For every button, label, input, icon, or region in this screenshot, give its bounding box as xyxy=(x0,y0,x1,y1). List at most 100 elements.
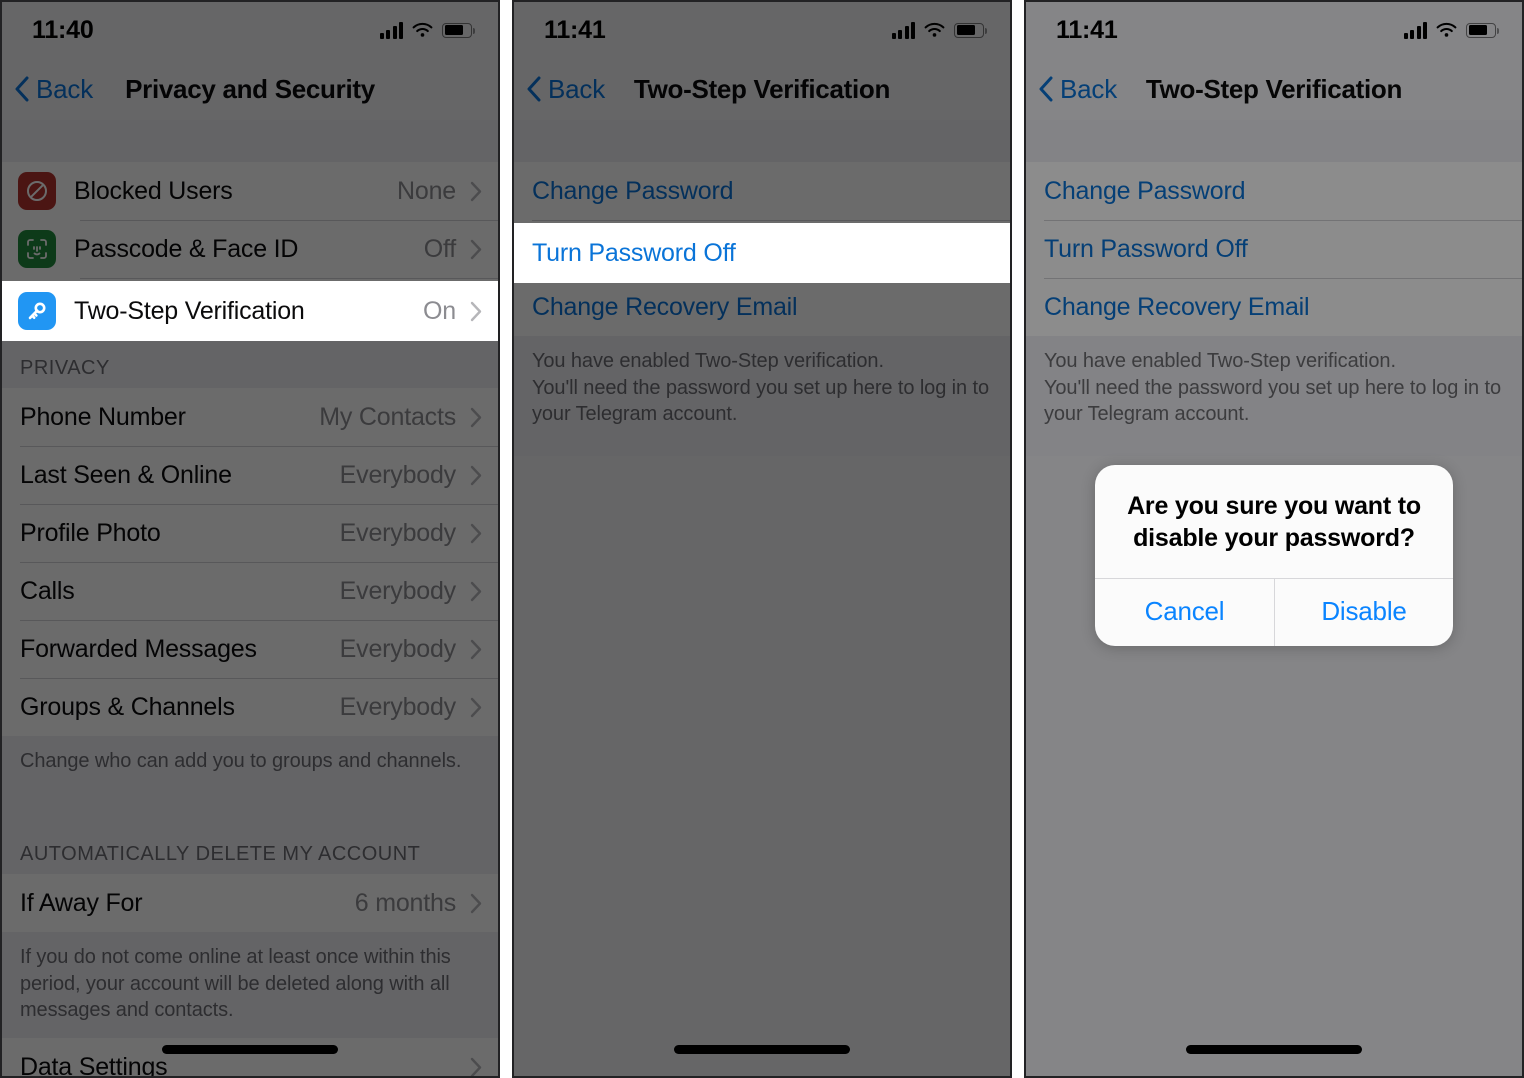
battery-icon xyxy=(1466,22,1500,38)
chevron-left-icon xyxy=(15,76,29,102)
row-change-password[interactable]: Change Password xyxy=(514,162,1010,220)
cellular-bars-icon xyxy=(891,21,915,39)
row-value: Everybody xyxy=(339,518,457,547)
back-button[interactable]: Back xyxy=(2,74,93,105)
cellular-bars-icon xyxy=(1403,21,1427,39)
back-button-label: Back xyxy=(548,73,606,104)
cancel-button[interactable]: Cancel xyxy=(1095,579,1274,646)
blocked-users-icon xyxy=(18,172,56,210)
status-icons xyxy=(379,21,476,39)
disable-button[interactable]: Disable xyxy=(1274,579,1453,646)
section-header-auto-delete: AUTOMATICALLY DELETE MY ACCOUNT xyxy=(20,843,421,865)
row-if-away-for[interactable]: If Away For 6 months xyxy=(2,874,498,932)
face-id-icon xyxy=(18,230,56,268)
row-passcode-face-id[interactable]: Passcode & Face ID Off xyxy=(2,220,498,278)
key-icon xyxy=(18,292,56,330)
home-indicator[interactable] xyxy=(674,1045,850,1054)
footnote-two-step: You have enabled Two-Step verification. … xyxy=(532,350,989,426)
row-label: Change Recovery Email xyxy=(1044,292,1310,321)
home-indicator[interactable] xyxy=(1186,1045,1362,1054)
disable-password-alert: Are you sure you want to disable your pa… xyxy=(1095,465,1453,646)
row-value: Everybody xyxy=(339,460,457,489)
row-label: Two-Step Verification xyxy=(74,296,305,325)
chevron-right-icon xyxy=(470,239,482,259)
home-indicator[interactable] xyxy=(162,1045,338,1054)
row-change-recovery-email[interactable]: Change Recovery Email xyxy=(1026,278,1522,336)
status-bar: 11:41 xyxy=(1026,2,1522,58)
row-blocked-users[interactable]: Blocked Users None xyxy=(2,162,498,220)
row-turn-password-off[interactable]: Turn Password Off xyxy=(1026,220,1522,278)
alert-title: Are you sure you want to disable your pa… xyxy=(1127,492,1421,552)
chevron-right-icon xyxy=(470,465,482,485)
phone-panel-disable-password-alert: 11:41 Back Two-Step Verification Change … xyxy=(1024,0,1524,1078)
row-label: Data Settings xyxy=(20,1052,168,1078)
three-phone-screenshot-strip: 11:40 Back Privacy and Security Blocked … xyxy=(0,0,1524,1078)
row-turn-password-off-highlighted[interactable]: Turn Password Off xyxy=(514,223,1010,283)
nav-bar: Back Two-Step Verification xyxy=(514,58,1010,120)
row-change-password[interactable]: Change Password xyxy=(1026,162,1522,220)
section-gap xyxy=(2,120,498,162)
chevron-right-icon xyxy=(470,407,482,427)
back-button[interactable]: Back xyxy=(1026,74,1117,105)
section-gap xyxy=(514,120,1010,162)
row-label: Change Recovery Email xyxy=(532,292,798,321)
highlight-turn-password-off[interactable]: Turn Password Off xyxy=(514,223,1010,283)
phone-panel-privacy-and-security: 11:40 Back Privacy and Security Blocked … xyxy=(0,0,500,1078)
row-label: Calls xyxy=(20,576,75,605)
row-label: Groups & Channels xyxy=(20,692,235,721)
row-phone-number[interactable]: Phone Number My Contacts xyxy=(2,388,498,446)
row-groups-channels[interactable]: Groups & Channels Everybody xyxy=(2,678,498,736)
footnote-wrap: You have enabled Two-Step verification. … xyxy=(514,336,1010,456)
phone-panel-two-step-verification: 11:41 Back Two-Step Verification Change … xyxy=(512,0,1012,1078)
status-bar: 11:41 xyxy=(514,2,1010,58)
row-label: Change Password xyxy=(532,176,734,205)
two-step-actions-group: Change Password Turn Password Off Change… xyxy=(1026,162,1522,336)
row-profile-photo[interactable]: Profile Photo Everybody xyxy=(2,504,498,562)
status-clock: 11:40 xyxy=(32,15,94,44)
privacy-group: Phone Number My Contacts Last Seen & Onl… xyxy=(2,388,498,736)
delete-footnote-wrap: If you do not come online at least once … xyxy=(2,932,498,1038)
cellular-bars-icon xyxy=(379,21,403,39)
row-data-settings[interactable]: Data Settings xyxy=(2,1038,498,1078)
row-forwarded-messages[interactable]: Forwarded Messages Everybody xyxy=(2,620,498,678)
data-settings-group: Data Settings xyxy=(2,1038,498,1078)
row-label: Blocked Users xyxy=(74,176,233,205)
chevron-right-icon xyxy=(470,181,482,201)
row-value: Everybody xyxy=(339,692,457,721)
row-label: Last Seen & Online xyxy=(20,460,232,489)
row-label: Forwarded Messages xyxy=(20,634,257,663)
row-change-recovery-email[interactable]: Change Recovery Email xyxy=(514,278,1010,336)
status-clock: 11:41 xyxy=(1056,15,1118,44)
footnote-auto-delete: If you do not come online at least once … xyxy=(20,946,451,1022)
section-gap xyxy=(1026,120,1522,162)
chevron-right-icon xyxy=(470,301,482,321)
highlight-two-step-verification[interactable]: Two-Step Verification On xyxy=(2,281,498,341)
chevron-right-icon xyxy=(470,697,482,717)
back-button-label: Back xyxy=(1060,73,1118,104)
battery-icon xyxy=(954,22,988,38)
row-value: Off xyxy=(423,234,456,263)
row-value: None xyxy=(397,176,456,205)
status-clock: 11:41 xyxy=(544,15,606,44)
chevron-left-icon xyxy=(1039,76,1053,102)
alert-body: Are you sure you want to disable your pa… xyxy=(1095,465,1453,578)
row-label: Phone Number xyxy=(20,402,186,431)
row-value: On xyxy=(423,296,456,325)
section-header-privacy: PRIVACY xyxy=(20,357,110,379)
alert-actions: Cancel Disable xyxy=(1095,578,1453,646)
row-last-seen-online[interactable]: Last Seen & Online Everybody xyxy=(2,446,498,504)
privacy-section-header-wrap: PRIVACY xyxy=(2,336,498,388)
row-label: Change Password xyxy=(1044,176,1246,205)
row-calls[interactable]: Calls Everybody xyxy=(2,562,498,620)
row-value: My Contacts xyxy=(319,402,456,431)
chevron-right-icon xyxy=(470,1057,482,1076)
screen-two-step-verification: 11:41 Back Two-Step Verification Change … xyxy=(514,2,1010,1076)
back-button[interactable]: Back xyxy=(514,74,605,105)
row-label: Passcode & Face ID xyxy=(74,234,299,263)
row-value: 6 months xyxy=(354,888,456,917)
row-two-step-verification-highlighted[interactable]: Two-Step Verification On xyxy=(2,281,498,341)
row-label: Profile Photo xyxy=(20,518,161,547)
status-icons xyxy=(1403,21,1500,39)
row-value: Everybody xyxy=(339,576,457,605)
battery-icon xyxy=(442,22,476,38)
